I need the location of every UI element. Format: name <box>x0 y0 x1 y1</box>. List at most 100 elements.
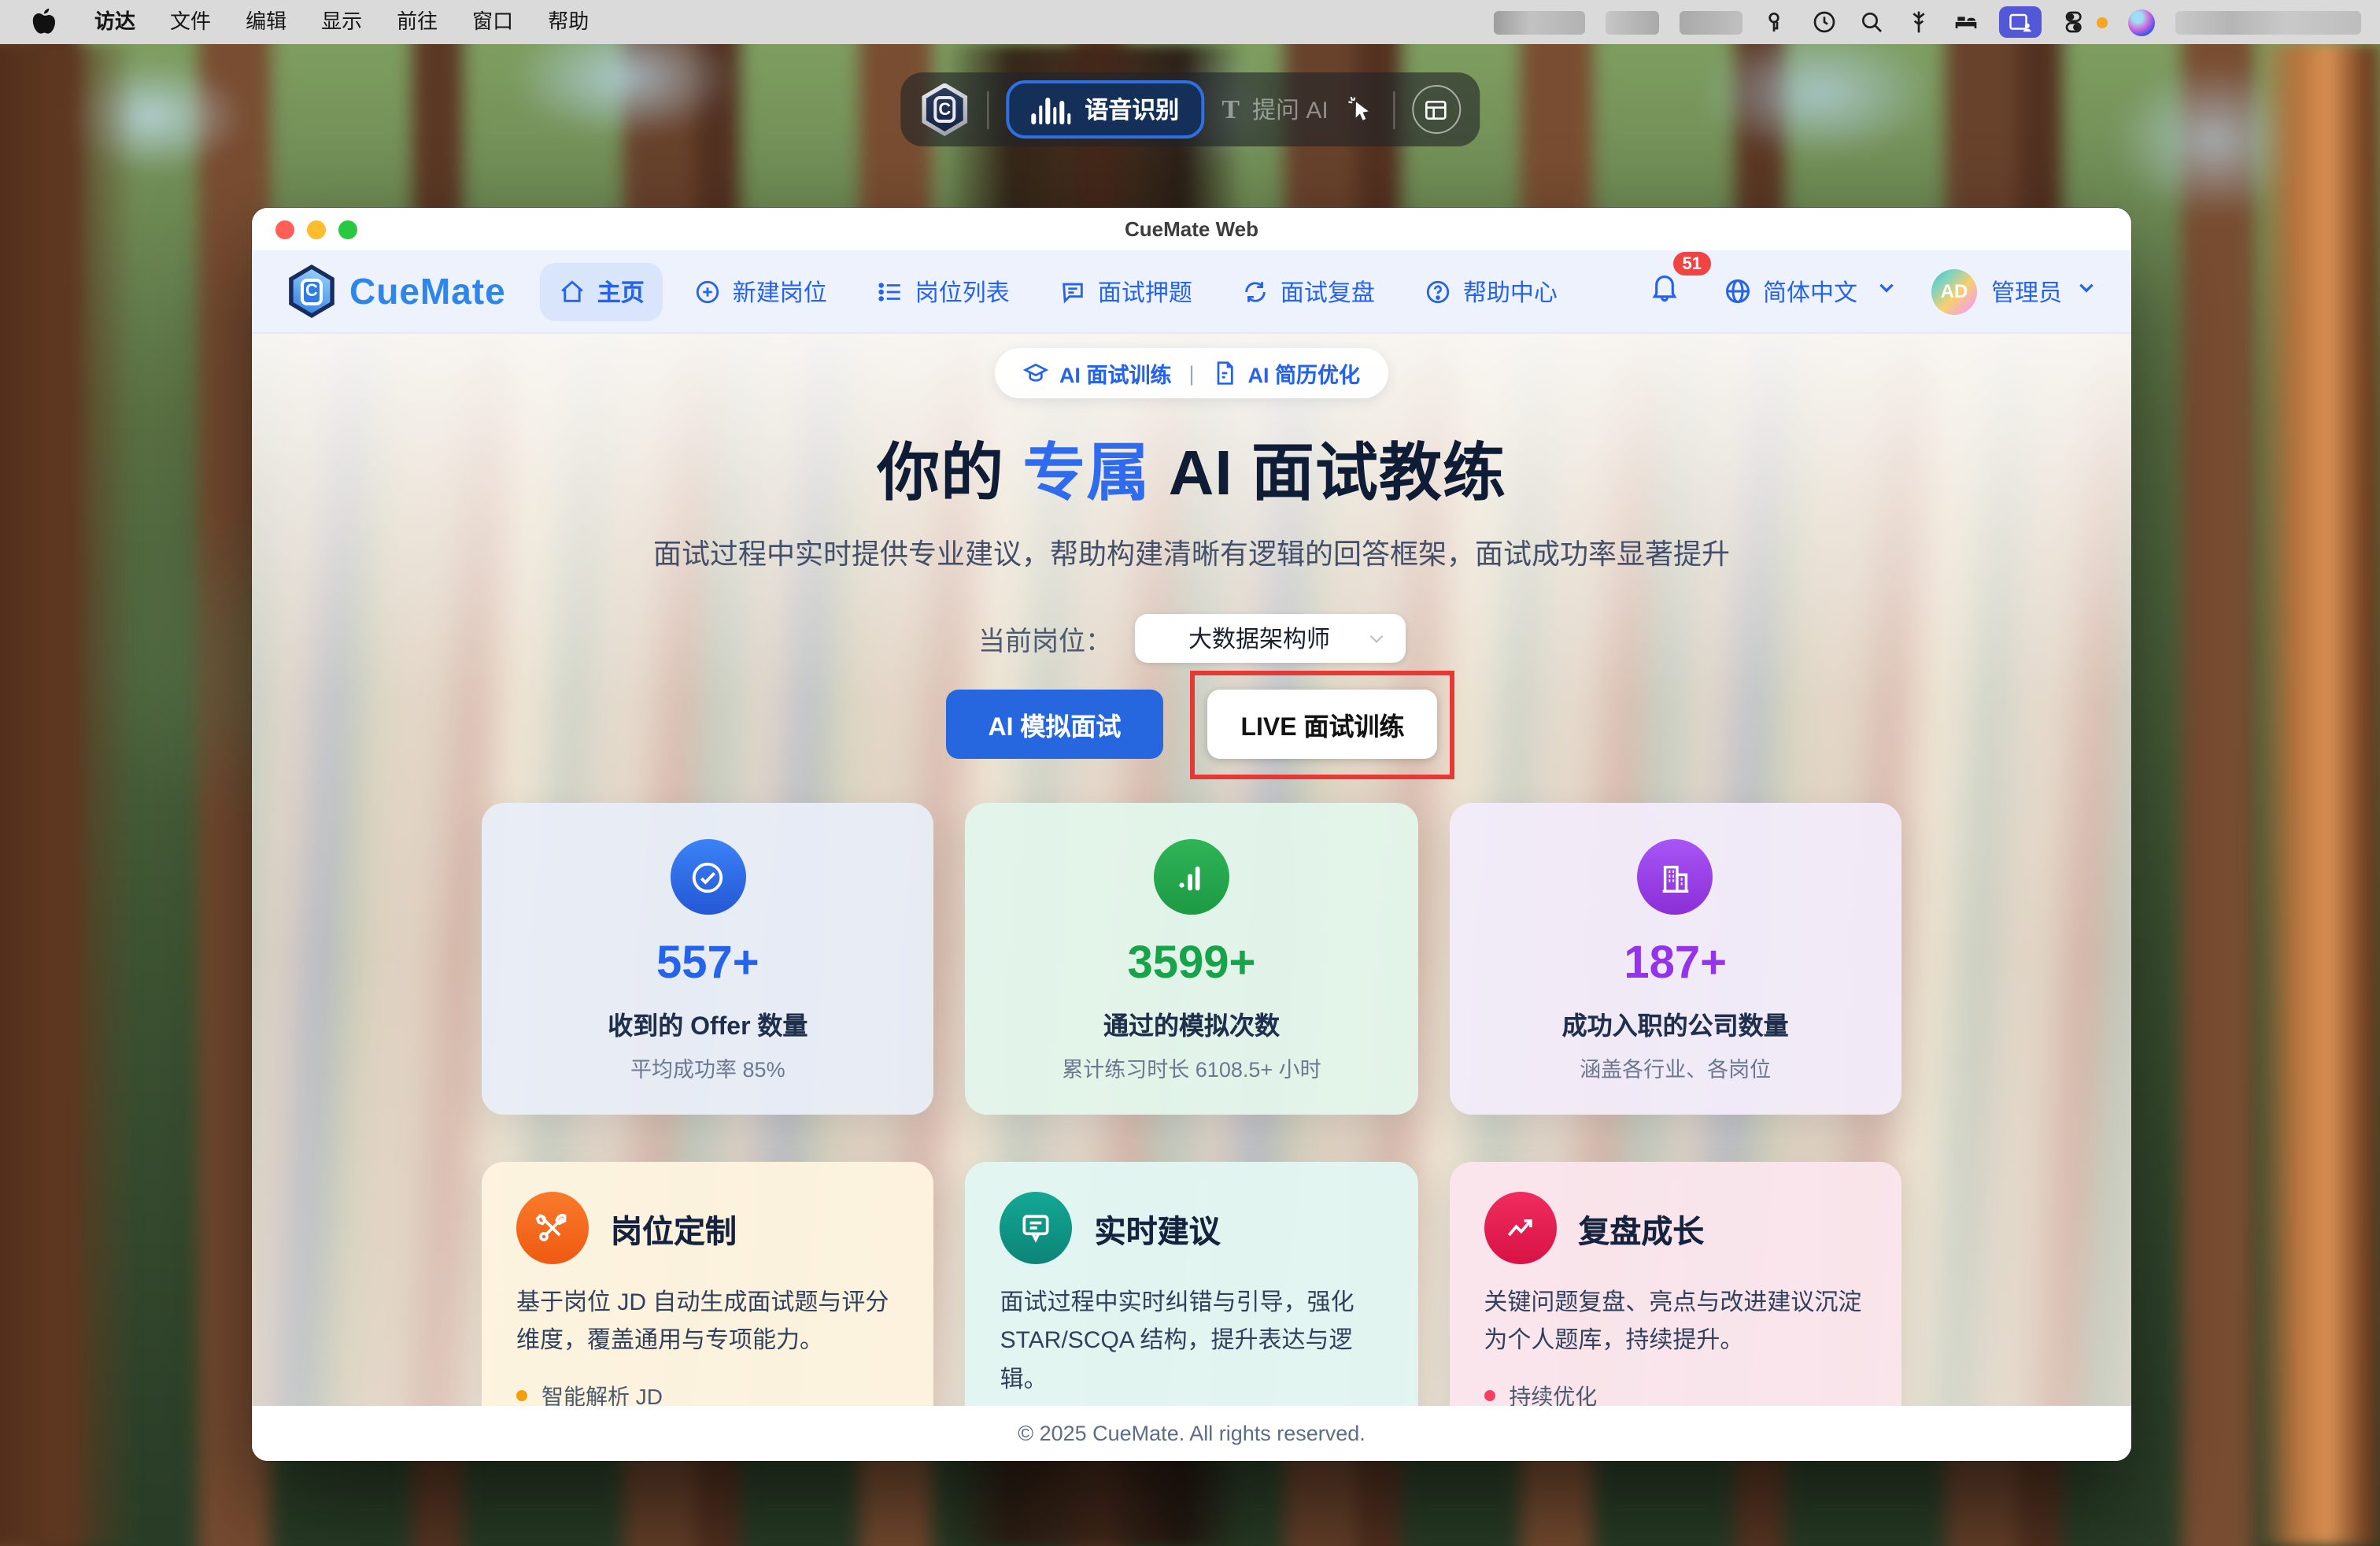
menubar-left: 访达 文件 编辑 显示 前往 窗口 帮助 <box>19 0 606 44</box>
nav-item-help-center[interactable]: 帮助中心 <box>1406 262 1576 320</box>
tools-icon <box>516 1192 589 1264</box>
notification-count-badge: 51 <box>1672 252 1711 276</box>
cursor-sparkle-icon[interactable] <box>1346 94 1376 124</box>
chevron-down-icon <box>2076 277 2097 305</box>
stat-label: 收到的 Offer 数量 <box>504 1004 912 1042</box>
zoom-button[interactable] <box>338 220 357 239</box>
nav-item-home[interactable]: 主页 <box>541 262 663 320</box>
hero-section: AI 面试训练 | AI 简历优化 你的 专属 AI 面试教练 面试过程中实时提… <box>252 334 2131 1406</box>
cuemate-logo-icon: C <box>286 264 337 318</box>
stat-value: 187+ <box>1471 938 1879 990</box>
brand[interactable]: C CueMate <box>286 264 506 318</box>
building-icon <box>1638 839 1713 915</box>
help-circle-icon <box>1425 278 1452 305</box>
menubar-item-go[interactable]: 前往 <box>379 0 455 44</box>
siri-icon[interactable] <box>2128 9 2155 35</box>
app-navbar: C CueMate 主页 新建岗位 岗位列表 <box>252 250 2131 334</box>
text-T-icon: T <box>1221 94 1240 125</box>
layout-grid-icon[interactable] <box>1412 85 1461 134</box>
graduation-cap-icon <box>1023 361 1048 386</box>
stat-sub: 平均成功率 85% <box>504 1052 912 1083</box>
desktop-wallpaper: C 语音识别 T 提问 AI <box>0 44 2380 1546</box>
notifications-button[interactable]: 51 <box>1640 266 1689 316</box>
feature-card-realtime-advice: 实时建议 面试过程中实时纠错与引导，强化 STAR/SCQA 结构，提升表达与逻… <box>966 1162 1418 1406</box>
plus-circle-icon <box>695 278 722 305</box>
waveform-icon <box>1031 95 1070 124</box>
toggles-icon[interactable] <box>2062 9 2089 35</box>
menubar-item-file[interactable]: 文件 <box>153 0 228 44</box>
screen-sharing-icon[interactable] <box>1999 6 2042 38</box>
footer: © 2025 CueMate. All rights reserved. <box>252 1406 2131 1461</box>
badge-resume-optimize[interactable]: AI 简历优化 <box>1212 357 1361 389</box>
menubar-status-area <box>1494 6 2361 38</box>
redacted-status-item[interactable] <box>1494 10 1585 34</box>
brand-name: CueMate <box>349 270 506 313</box>
chat-suggest-icon <box>1000 1192 1073 1264</box>
cuemate-hex-logo[interactable]: C <box>919 83 970 136</box>
nav-item-new-position[interactable]: 新建岗位 <box>676 262 846 320</box>
nav-item-interview-review[interactable]: 面试复盘 <box>1224 262 1394 320</box>
menubar-item-edit[interactable]: 编辑 <box>228 0 304 44</box>
feature-tag: 持续优化 <box>1484 1380 1867 1406</box>
time-machine-icon[interactable] <box>1810 9 1837 35</box>
tree-trunk <box>2254 44 2380 1546</box>
voice-recognition-button[interactable]: 语音识别 <box>1006 80 1204 139</box>
page-subtitle: 面试过程中实时提供专业建议，帮助构建清晰有逻辑的回答框架，面试成功率显著提升 <box>653 532 1730 573</box>
close-button[interactable] <box>275 220 294 239</box>
status-alert-dot <box>2097 17 2108 28</box>
nav-item-position-list[interactable]: 岗位列表 <box>859 262 1029 320</box>
passwords-icon[interactable] <box>1763 9 1790 35</box>
redacted-status-item[interactable] <box>1606 10 1659 34</box>
voice-recognition-label: 语音识别 <box>1085 93 1179 126</box>
user-menu[interactable]: AD 管理员 <box>1931 268 2097 314</box>
current-position-label: 当前岗位： <box>978 619 1112 658</box>
feature-title: 实时建议 <box>1095 1205 1221 1251</box>
redacted-clock[interactable] <box>2175 10 2361 34</box>
menubar-item-window[interactable]: 窗口 <box>455 0 530 44</box>
search-icon[interactable] <box>1857 9 1884 35</box>
traffic-lights <box>275 208 357 250</box>
bell-icon <box>1650 272 1680 302</box>
ask-ai-label: 提问 AI <box>1252 93 1329 126</box>
menubar-item-help[interactable]: 帮助 <box>530 0 606 44</box>
trend-up-icon <box>1484 1192 1556 1264</box>
redacted-status-item[interactable] <box>1680 10 1743 34</box>
feature-body: 面试过程中实时纠错与引导，强化 STAR/SCQA 结构，提升表达与逻辑。 <box>1000 1285 1384 1400</box>
badge-interview-training[interactable]: AI 面试训练 <box>1023 357 1172 389</box>
ai-mock-interview-button[interactable]: AI 模拟面试 <box>946 690 1164 759</box>
desktop-stage: 访达 文件 编辑 显示 前往 窗口 帮助 <box>0 0 2380 1546</box>
list-icon <box>878 278 904 305</box>
menubar-item-finder[interactable]: 访达 <box>77 0 153 44</box>
title-highlight: 专属 <box>1022 439 1150 509</box>
hero-badge: AI 面试训练 | AI 简历优化 <box>995 348 1388 398</box>
minimize-button[interactable] <box>307 220 326 239</box>
feature-tag: 智能解析 JD <box>516 1380 900 1406</box>
window-titlebar[interactable]: CueMate Web <box>252 208 2131 250</box>
feature-body: 基于岗位 JD 自动生成面试题与评分维度，覆盖通用与专项能力。 <box>516 1285 900 1361</box>
position-select[interactable]: 大数据架构师 <box>1134 614 1405 663</box>
document-icon <box>1212 361 1237 386</box>
menubar-item-view[interactable]: 显示 <box>304 0 379 44</box>
stat-label: 通过的模拟次数 <box>988 1004 1396 1042</box>
nav-item-interview-questions[interactable]: 面试押题 <box>1041 262 1211 320</box>
window-title: CueMate Web <box>1125 217 1258 241</box>
current-position-row: 当前岗位： 大数据架构师 <box>978 614 1405 663</box>
bullet-dot <box>1484 1390 1495 1401</box>
antenna-icon[interactable] <box>1905 9 1931 35</box>
feature-title: 岗位定制 <box>611 1205 737 1251</box>
bed-icon[interactable] <box>1952 9 1979 35</box>
macos-menubar: 访达 文件 编辑 显示 前往 窗口 帮助 <box>0 0 2380 44</box>
stat-card-offers: 557+ 收到的 Offer 数量 平均成功率 85% <box>482 803 934 1115</box>
floating-assistant-toolbar: C 语音识别 T 提问 AI <box>900 72 1479 146</box>
globe-icon <box>1724 277 1752 305</box>
check-circle-icon <box>670 839 745 915</box>
feature-body: 关键问题复盘、亮点与改进建议沉淀为个人题库，持续提升。 <box>1484 1285 1867 1361</box>
apple-menu-icon[interactable] <box>31 9 55 35</box>
language-selector[interactable]: 简体中文 <box>1717 265 1864 317</box>
page-title: 你的 专属 AI 面试教练 <box>877 422 1506 513</box>
position-select-value: 大数据架构师 <box>1153 622 1366 655</box>
ask-ai-button[interactable]: T 提问 AI <box>1221 93 1328 126</box>
stat-value: 557+ <box>504 938 912 990</box>
annotation-box <box>1190 671 1454 779</box>
chevron-down-icon[interactable] <box>1876 277 1897 305</box>
